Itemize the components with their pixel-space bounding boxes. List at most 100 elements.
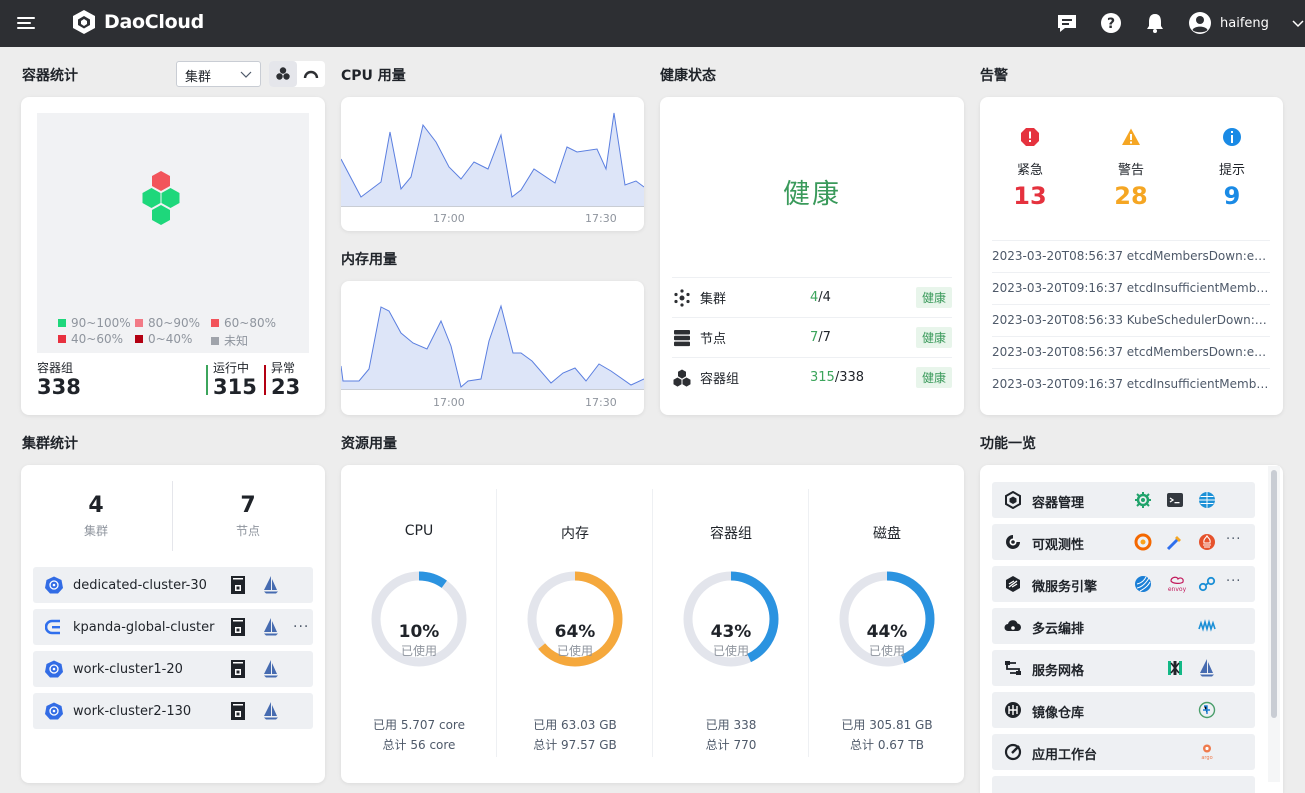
feature-image-registry[interactable]: 镜像仓库 bbox=[992, 692, 1255, 728]
logo[interactable]: DaoCloud bbox=[70, 8, 204, 36]
alert-info[interactable]: 提示 9 bbox=[1197, 127, 1267, 210]
alert-info-count: 9 bbox=[1223, 182, 1241, 210]
resource-used: 已用 5.707 core bbox=[373, 718, 465, 732]
alert-critical[interactable]: 紧急 13 bbox=[995, 127, 1065, 210]
resource-percent: 64% bbox=[554, 622, 596, 642]
registry-icon bbox=[1005, 702, 1021, 718]
alert-list-item[interactable]: 2023-03-20T09:16:37 etcdInsufficientMemb… bbox=[992, 272, 1270, 304]
cluster-stats-title: 集群统计 bbox=[22, 436, 78, 452]
workbench-icon bbox=[1004, 743, 1022, 761]
feature-container-management[interactable]: 容器管理 bbox=[992, 482, 1255, 518]
legend-swatch bbox=[58, 335, 66, 343]
sailboat-icon[interactable] bbox=[263, 660, 279, 678]
cpu-area-chart bbox=[341, 112, 644, 207]
alert-warning-count: 28 bbox=[1114, 182, 1148, 210]
menu-icon[interactable] bbox=[16, 12, 38, 34]
legend-item: 0~40% bbox=[135, 332, 192, 346]
alert-list-item[interactable]: 2023-03-20T09:16:37 etcdInsufficientMemb… bbox=[992, 368, 1270, 400]
more-icon[interactable]: ··· bbox=[1226, 532, 1241, 547]
sailboat-icon[interactable] bbox=[263, 618, 279, 636]
user-menu[interactable]: haifeng bbox=[1188, 11, 1305, 35]
cpu-usage-title: CPU 用量 bbox=[341, 68, 406, 84]
cluster-select[interactable]: 集群 bbox=[176, 61, 261, 87]
gauge-icon bbox=[303, 70, 319, 79]
resource-used-label: 已使用 bbox=[868, 644, 905, 658]
scrollbar-thumb[interactable] bbox=[1271, 470, 1277, 718]
container-app-icon[interactable] bbox=[231, 660, 245, 678]
resource-used-label: 已使用 bbox=[712, 644, 749, 658]
karmada-icon[interactable] bbox=[1198, 617, 1216, 635]
cluster-row[interactable]: work-cluster2-130 bbox=[33, 693, 313, 729]
features-scrollbar[interactable] bbox=[1268, 466, 1280, 782]
cluster-select-value: 集群 bbox=[185, 70, 212, 85]
istio-icon[interactable] bbox=[1198, 659, 1216, 677]
sailboat-icon[interactable] bbox=[263, 702, 279, 720]
health-row-nodes[interactable]: 节点 7/7 健康 bbox=[672, 317, 952, 357]
alert-list-item[interactable]: 2023-03-20T08:56:33 KubeSchedulerDown:Ku… bbox=[992, 304, 1270, 336]
feature-observability[interactable]: 可观测性 ··· bbox=[992, 524, 1255, 560]
legend-swatch bbox=[58, 319, 66, 327]
cluster-row[interactable]: work-cluster1-20 bbox=[33, 651, 313, 687]
hexagon-cluster-icon bbox=[276, 67, 290, 80]
harbor-icon[interactable] bbox=[1198, 701, 1216, 719]
container-app-icon[interactable] bbox=[231, 576, 245, 594]
alerts-title: 告警 bbox=[980, 68, 1008, 84]
memory-usage-card: 17:00 17:30 bbox=[341, 281, 644, 415]
helm-icon[interactable] bbox=[1134, 491, 1152, 509]
alert-list-item[interactable]: 2023-03-20T08:56:37 etcdMembersDown:etcd… bbox=[992, 240, 1270, 272]
health-row-label: 集群 bbox=[700, 292, 727, 307]
health-row-pods[interactable]: 容器组 315/338 健康 bbox=[672, 357, 952, 397]
argo-icon[interactable]: argo bbox=[1198, 743, 1216, 761]
network-sphere-icon[interactable] bbox=[1198, 491, 1216, 509]
alert-warning[interactable]: 警告 28 bbox=[1096, 127, 1166, 210]
feature-row-partial[interactable] bbox=[992, 776, 1255, 793]
sailboat-icon[interactable] bbox=[263, 576, 279, 594]
more-icon[interactable]: ··· bbox=[293, 619, 309, 635]
resource-disk: 磁盘 44% 已使用 已用 305.81 GB 总计 0.67 TB bbox=[809, 485, 965, 765]
link-nodes-icon[interactable] bbox=[1198, 575, 1216, 593]
feature-app-workbench[interactable]: 应用工作台 argo bbox=[992, 734, 1255, 770]
mesh-bars-icon[interactable] bbox=[1166, 659, 1184, 677]
resource-used: 已用 63.03 GB bbox=[533, 718, 617, 732]
envoy-icon[interactable]: envoy bbox=[1166, 575, 1188, 593]
feature-microservice-engine[interactable]: 微服务引擎 envoy ··· bbox=[992, 566, 1255, 602]
feature-label: 多云编排 bbox=[1032, 622, 1085, 637]
terminal-icon[interactable] bbox=[1166, 491, 1184, 509]
message-icon[interactable] bbox=[1056, 12, 1078, 34]
resource-name: 磁盘 bbox=[873, 526, 901, 542]
feature-multicloud[interactable]: 多云编排 bbox=[992, 608, 1255, 644]
container-stats-title: 容器统计 bbox=[22, 68, 78, 84]
health-row-clusters[interactable]: 集群 4/4 健康 bbox=[672, 277, 952, 317]
feature-service-mesh[interactable]: 服务网格 bbox=[992, 650, 1255, 686]
service-mesh-icon bbox=[1005, 661, 1021, 675]
grafana-icon[interactable] bbox=[1134, 533, 1152, 551]
bell-icon[interactable] bbox=[1144, 12, 1166, 34]
legend-item: 80~90% bbox=[135, 316, 200, 330]
alert-list-item[interactable]: 2023-03-20T08:56:37 etcdMembersDown:etcd… bbox=[992, 336, 1270, 368]
container-stats-card: 90~100% 80~90% 60~80% 40~60% 0~40% 未知 容器… bbox=[21, 97, 325, 415]
resource-used: 已用 305.81 GB bbox=[841, 718, 933, 732]
istio-sphere-icon[interactable] bbox=[1134, 575, 1152, 593]
container-management-icon bbox=[1005, 491, 1021, 509]
prometheus-icon[interactable] bbox=[1198, 533, 1216, 551]
container-app-icon[interactable] bbox=[231, 702, 245, 720]
feature-label: 镜像仓库 bbox=[1032, 706, 1085, 721]
cluster-row[interactable]: kpanda-global-cluster ··· bbox=[33, 609, 313, 645]
gauge-view-button[interactable] bbox=[297, 61, 325, 87]
kubernetes-icon bbox=[45, 660, 63, 678]
alert-info-label: 提示 bbox=[1218, 163, 1245, 178]
container-app-icon[interactable] bbox=[231, 618, 245, 636]
legend-swatch bbox=[135, 319, 143, 327]
cluster-count-label: 集群 bbox=[83, 524, 108, 538]
hexagon-view-button[interactable] bbox=[269, 61, 297, 87]
cluster-name: work-cluster1-20 bbox=[73, 661, 183, 677]
svg-text:argo: argo bbox=[1201, 755, 1212, 761]
resource-used: 已用 338 bbox=[705, 718, 757, 732]
jaeger-icon[interactable] bbox=[1166, 533, 1184, 551]
resource-used-label: 已使用 bbox=[556, 644, 593, 658]
help-icon[interactable]: ? bbox=[1100, 12, 1122, 34]
more-icon[interactable]: ··· bbox=[1226, 574, 1241, 589]
pods-icon bbox=[673, 369, 691, 387]
resource-name: CPU bbox=[404, 523, 434, 539]
cluster-row[interactable]: dedicated-cluster-30 bbox=[33, 567, 313, 603]
